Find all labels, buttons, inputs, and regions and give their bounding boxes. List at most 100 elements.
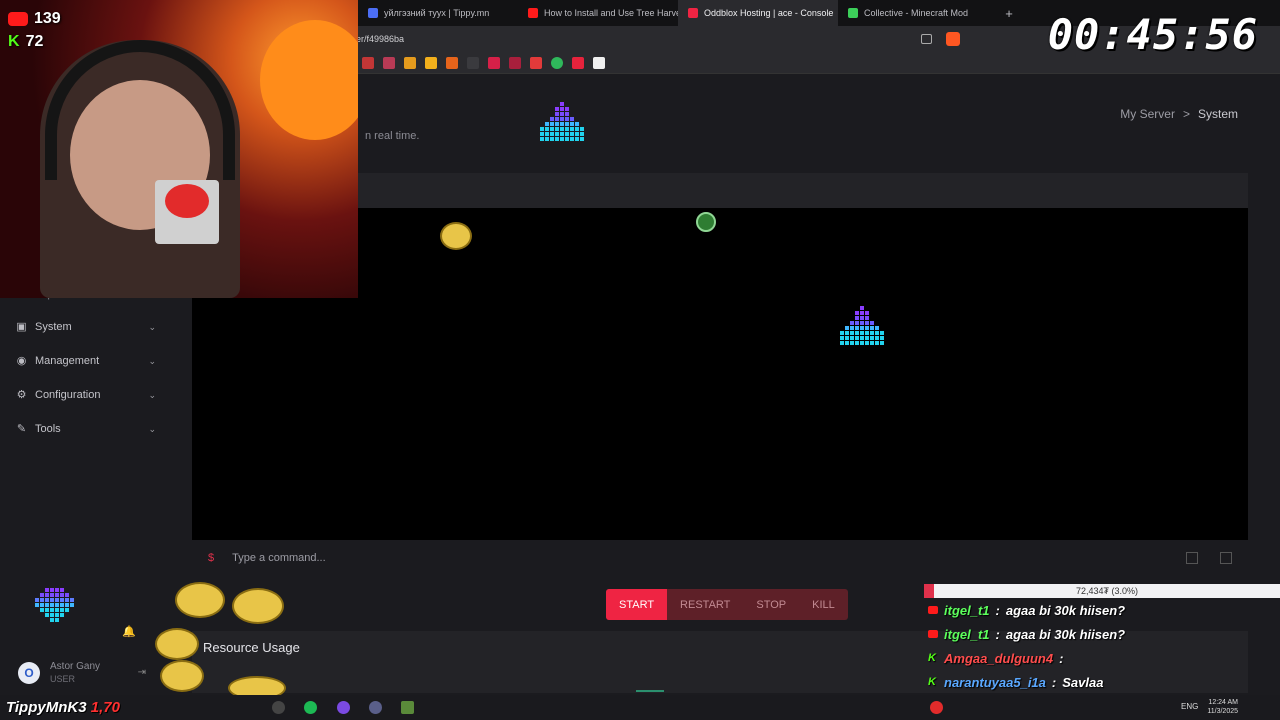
chat-username: itgel_t1	[944, 602, 990, 618]
language-indicator[interactable]: ENG	[1181, 702, 1198, 711]
minecraft-icon[interactable]	[401, 701, 414, 714]
taskbar-app-icon[interactable]	[369, 701, 382, 714]
emote-sticker	[696, 212, 716, 232]
youtube-viewers: 139	[8, 10, 61, 28]
new-tab-button[interactable]: +	[998, 6, 1020, 21]
console-card-header	[358, 173, 1248, 208]
bookmark-icon[interactable]	[551, 56, 563, 69]
wrench-icon: ✎	[16, 422, 27, 435]
chat-message: itgel_t1: agaa bi 30k hiisen?	[924, 622, 1280, 646]
tab-favicon-icon	[368, 8, 378, 18]
upload-icon[interactable]	[1186, 552, 1198, 564]
command-input[interactable]	[232, 552, 833, 564]
chevron-down-icon: ⌄	[148, 321, 156, 332]
watermark-name: TippyMnK3	[6, 699, 87, 716]
breadcrumb-root[interactable]: My Server	[1120, 107, 1175, 121]
sidebar-item-label: Management	[35, 355, 100, 367]
user-name: Astor Gany	[50, 661, 101, 672]
bell-icon[interactable]: 🔔	[122, 625, 136, 638]
breadcrumb-current: System	[1197, 107, 1238, 121]
clock-time: 12:24 AM	[1208, 699, 1238, 706]
cog-icon: ⚙	[16, 388, 27, 401]
sidebar-item-label: Tools	[35, 423, 61, 435]
bookmark-icon[interactable]	[362, 56, 374, 69]
bookmark-icon[interactable]	[530, 56, 542, 69]
chat-goal-bar: 72,434₮ (3.0%)	[924, 584, 1280, 598]
bookmark-icon[interactable]	[404, 56, 416, 69]
tab-favicon-icon	[688, 8, 698, 18]
screen: уйлгэзний туух | Tippy.mn How to Install …	[0, 0, 1280, 720]
pumpkin-decoration	[260, 20, 358, 140]
spotify-icon[interactable]	[304, 701, 317, 714]
kick-viewers: K 72	[8, 33, 43, 51]
tab-title: How to Install and Use Tree Harveste	[544, 8, 678, 18]
chat-username: itgel_t1	[944, 626, 990, 642]
system-clock[interactable]: 12:24 AM 11/3/2025	[1207, 698, 1238, 716]
url-field[interactable]: er/f49986ba	[356, 34, 921, 44]
chat-text: agaa bi 30k hiisen?	[1005, 626, 1126, 642]
sidebar-item-tools[interactable]: ✎ Tools ⌄	[0, 412, 172, 446]
stop-button[interactable]: STOP	[743, 589, 799, 620]
chat-text: Savlaa	[1062, 674, 1104, 690]
bookmark-icon[interactable]	[488, 56, 500, 69]
bookmark-icon[interactable]	[383, 56, 395, 69]
cheese-sticker	[160, 660, 204, 692]
breadcrumb: My Server > System	[1120, 107, 1238, 121]
brave-shield-icon[interactable]	[946, 32, 960, 46]
resource-tab-indicator	[636, 690, 664, 692]
pixel-sprite	[840, 306, 884, 345]
sidebar-item-configuration[interactable]: ⚙ Configuration ⌄	[0, 378, 172, 412]
youtube-icon	[928, 606, 938, 614]
chat-separator: :	[995, 626, 1000, 642]
sidebar-item-label: Configuration	[35, 389, 101, 401]
kill-button[interactable]: KILL	[799, 589, 848, 620]
chat-message: K Amgaa_dulguun4:	[924, 646, 1280, 670]
cheese-sticker	[232, 588, 284, 624]
chat-username: narantuyaa5_i1a	[944, 674, 1046, 690]
tab-favicon-icon	[528, 8, 538, 18]
prompt-symbol: $	[208, 552, 215, 564]
user-profile: O Astor Gany USER ⇥	[0, 650, 172, 695]
stream-timer: 00:45:56	[1047, 10, 1258, 59]
bookmark-icon[interactable]	[425, 56, 437, 69]
bookmark-icon[interactable]	[446, 56, 458, 69]
start-button[interactable]: START	[606, 589, 668, 620]
share-icon[interactable]	[921, 34, 932, 44]
browser-tab[interactable]: Collective - Minecraft Mod	[838, 0, 998, 26]
youtube-viewer-count: 139	[34, 10, 61, 27]
bookmark-icon[interactable]	[593, 56, 605, 69]
browser-tab[interactable]: Oddblox Hosting | ace - Console×	[678, 0, 838, 26]
chevron-down-icon: ⌄	[148, 423, 156, 434]
browser-tab[interactable]: уйлгэзний туух | Tippy.mn	[358, 0, 518, 26]
taskbar-app-icon[interactable]	[272, 701, 285, 714]
taskbar-app-icon[interactable]	[337, 701, 350, 714]
logout-icon[interactable]: ⇥	[138, 667, 146, 678]
avatar[interactable]: O	[18, 661, 40, 684]
expand-icon[interactable]	[1220, 552, 1232, 564]
bookmark-icon[interactable]	[572, 56, 584, 69]
tab-favicon-icon	[848, 8, 858, 18]
chat-message: Knarantuyaa5_i1a: Savlaa	[924, 670, 1280, 694]
cheese-sticker	[175, 582, 225, 618]
power-controls: START RESTART STOP KILL	[606, 589, 848, 620]
chat-separator: :	[995, 602, 1000, 618]
chevron-down-icon: ⌄	[148, 355, 156, 366]
chat-separator: :	[1051, 674, 1057, 690]
tab-title: Oddblox Hosting | ace - Console	[704, 8, 834, 18]
sidebar-nav: ▣ System ⌄ ◉ Management ⌄ ⚙ Configuration ⌄ ✎ Tool…	[0, 310, 172, 446]
kick-icon: K	[928, 652, 936, 664]
command-row: $	[192, 540, 1248, 576]
browser-tab[interactable]: How to Install and Use Tree Harveste	[518, 0, 678, 26]
bookmark-icon[interactable]	[467, 56, 479, 69]
bookmark-icon[interactable]	[509, 56, 521, 69]
sidebar-item-system[interactable]: ▣ System ⌄	[0, 310, 172, 344]
sidebar-item-management[interactable]: ◉ Management ⌄	[0, 344, 172, 378]
youtube-icon	[8, 12, 28, 26]
user-role: USER	[50, 674, 76, 684]
gear-icon: ▣	[16, 320, 27, 333]
stream-chat: 72,434₮ (3.0%) itgel_t1: agaa bi 30k hiis…	[924, 584, 1280, 699]
pixel-heart-sprite	[35, 588, 74, 622]
youtube-icon	[928, 630, 938, 638]
restart-button[interactable]: RESTART	[667, 589, 743, 620]
clock-date: 11/3/2025	[1207, 708, 1238, 715]
